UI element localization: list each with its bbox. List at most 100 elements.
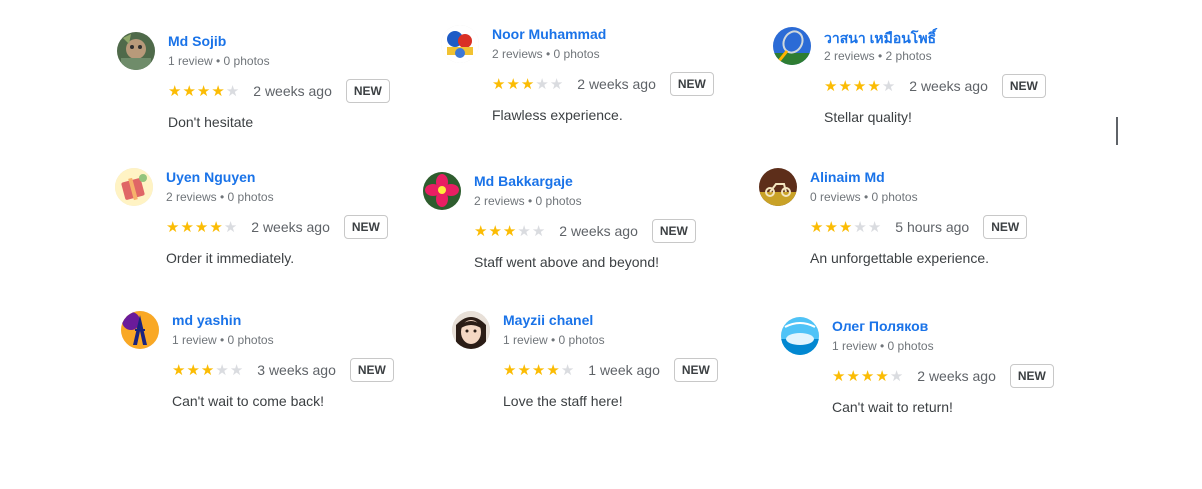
reviewer-meta: 0 reviews • 0 photos xyxy=(810,190,918,204)
review-card: Noor Muhammad 2 reviews • 0 photos ★ ★ ★ ★ ★… xyxy=(441,25,741,145)
review-time: 1 week ago xyxy=(588,362,660,378)
reviewer-name[interactable]: Md Bakkargaje xyxy=(474,173,573,189)
star-icon: ★ xyxy=(535,75,549,93)
star-icon: ★ xyxy=(824,77,838,95)
reviewer-name[interactable]: Uyen Nguyen xyxy=(166,169,255,185)
rating-row: ★ ★ ★ ★ ★ 2 weeks ago NEW xyxy=(832,363,1054,389)
reviewer-name[interactable]: Noor Muhammad xyxy=(492,26,606,42)
star-icon: ★ xyxy=(520,75,535,93)
rating-row: ★ ★ ★ ★ ★ 2 weeks ago NEW xyxy=(824,73,1046,99)
reviewer-name[interactable]: Alinaim Md xyxy=(810,169,885,185)
eiffel-tower-avatar-icon[interactable] xyxy=(121,311,159,349)
reviewer-meta: 2 reviews • 0 photos xyxy=(474,194,582,208)
star-icon: ★ xyxy=(166,218,180,236)
review-text: Order it immediately. xyxy=(166,250,295,266)
new-badge: NEW xyxy=(669,72,714,96)
badminton-racket-avatar-icon[interactable] xyxy=(773,27,811,65)
cartoon-avatar-icon[interactable] xyxy=(441,25,479,63)
star-icon: ★ xyxy=(860,367,875,385)
star-icon: ★ xyxy=(531,361,546,379)
review-text: An unforgettable experience. xyxy=(810,250,990,266)
reviewer-name[interactable]: วาสนา เหมือนโพธิ์ xyxy=(824,28,936,50)
star-icon: ★ xyxy=(168,82,182,100)
reviewer-meta: 2 reviews • 0 photos xyxy=(166,190,274,204)
star-icon: ★ xyxy=(560,361,575,379)
new-badge: NEW xyxy=(651,219,696,243)
rating-row: ★ ★ ★ ★ ★ 2 weeks ago NEW xyxy=(168,78,390,104)
star-icon: ★ xyxy=(867,218,882,236)
pink-flower-avatar-icon[interactable] xyxy=(423,172,461,210)
review-text: Don't hesitate xyxy=(168,114,254,130)
review-card: Mayzii chanel 1 review • 0 photos ★ ★ ★ ★ ★ … xyxy=(452,311,752,431)
new-badge: NEW xyxy=(1001,74,1046,98)
reviewer-meta: 1 review • 0 photos xyxy=(503,333,605,347)
review-time: 2 weeks ago xyxy=(577,76,656,92)
review-time: 2 weeks ago xyxy=(917,368,996,384)
new-badge: NEW xyxy=(343,215,388,239)
star-rating: ★ ★ ★ ★ ★ xyxy=(492,77,563,92)
star-rating: ★ ★ ★ ★ ★ xyxy=(503,363,574,378)
star-rating: ★ ★ ★ ★ ★ xyxy=(832,369,903,384)
pool-avatar-icon[interactable] xyxy=(781,317,819,355)
review-time: 5 hours ago xyxy=(895,219,970,235)
review-time: 2 weeks ago xyxy=(559,223,638,239)
review-time: 2 weeks ago xyxy=(909,78,988,94)
reviewer-name[interactable]: Олег Поляков xyxy=(832,318,928,334)
star-icon: ★ xyxy=(186,361,200,379)
review-card: md yashin 1 review • 0 photos ★ ★ ★ ★ ★ 3 we… xyxy=(121,311,421,431)
star-icon: ★ xyxy=(223,218,238,236)
review-card: Олег Поляков 1 review • 0 photos ★ ★ ★ ★ ★ 2… xyxy=(781,317,1081,437)
new-badge: NEW xyxy=(673,358,718,382)
star-icon: ★ xyxy=(875,367,889,385)
star-icon: ★ xyxy=(824,218,838,236)
star-icon: ★ xyxy=(502,222,517,240)
star-icon: ★ xyxy=(832,367,846,385)
reviewer-meta: 1 review • 0 photos xyxy=(832,339,934,353)
review-text: Can't wait to return! xyxy=(832,399,953,415)
review-time: 2 weeks ago xyxy=(251,219,330,235)
star-icon: ★ xyxy=(182,82,196,100)
review-time: 2 weeks ago xyxy=(253,83,332,99)
rating-row: ★ ★ ★ ★ ★ 1 week ago NEW xyxy=(503,357,718,383)
reviewer-meta: 1 review • 0 photos xyxy=(168,54,270,68)
girl-portrait-avatar-icon[interactable] xyxy=(452,311,490,349)
painting-avatar-icon[interactable] xyxy=(117,32,155,70)
star-icon: ★ xyxy=(810,218,824,236)
review-card: Alinaim Md 0 reviews • 0 photos ★ ★ ★ ★ ★ 5 … xyxy=(759,168,1059,288)
star-icon: ★ xyxy=(889,367,904,385)
star-icon: ★ xyxy=(853,218,867,236)
gift-illustration-avatar-icon[interactable] xyxy=(115,168,153,206)
star-icon: ★ xyxy=(209,218,223,236)
star-icon: ★ xyxy=(474,222,488,240)
rating-row: ★ ★ ★ ★ ★ 2 weeks ago NEW xyxy=(474,218,696,244)
star-icon: ★ xyxy=(488,222,502,240)
star-icon: ★ xyxy=(492,75,506,93)
new-badge: NEW xyxy=(349,358,394,382)
star-icon: ★ xyxy=(200,361,215,379)
review-card: Uyen Nguyen 2 reviews • 0 photos ★ ★ ★ ★ ★ 2… xyxy=(115,168,415,288)
reviewer-name[interactable]: md yashin xyxy=(172,312,241,328)
star-icon: ★ xyxy=(225,82,240,100)
reviewer-name[interactable]: Mayzii chanel xyxy=(503,312,593,328)
scooter-avatar-icon[interactable] xyxy=(759,168,797,206)
star-icon: ★ xyxy=(881,77,896,95)
rating-row: ★ ★ ★ ★ ★ 2 weeks ago NEW xyxy=(166,214,388,240)
star-icon: ★ xyxy=(194,218,209,236)
star-icon: ★ xyxy=(546,361,560,379)
review-text: Staff went above and beyond! xyxy=(474,254,659,270)
review-card: วาสนา เหมือนโพธิ์ 2 reviews • 2 photos ★… xyxy=(773,27,1073,147)
reviewer-name[interactable]: Md Sojib xyxy=(168,33,226,49)
rating-row: ★ ★ ★ ★ ★ 3 weeks ago NEW xyxy=(172,357,394,383)
star-icon: ★ xyxy=(867,77,881,95)
star-icon: ★ xyxy=(549,75,564,93)
review-time: 3 weeks ago xyxy=(257,362,336,378)
star-icon: ★ xyxy=(215,361,229,379)
review-text: Can't wait to come back! xyxy=(172,393,325,409)
star-rating: ★ ★ ★ ★ ★ xyxy=(168,84,239,99)
new-badge: NEW xyxy=(345,79,390,103)
review-card: Md Bakkargaje 2 reviews • 0 photos ★ ★ ★ ★ ★… xyxy=(423,172,723,292)
review-card: Md Sojib 1 review • 0 photos ★ ★ ★ ★ ★ 2 wee… xyxy=(117,32,417,152)
star-rating: ★ ★ ★ ★ ★ xyxy=(474,224,545,239)
rating-row: ★ ★ ★ ★ ★ 5 hours ago NEW xyxy=(810,214,1028,240)
star-rating: ★ ★ ★ ★ ★ xyxy=(166,220,237,235)
